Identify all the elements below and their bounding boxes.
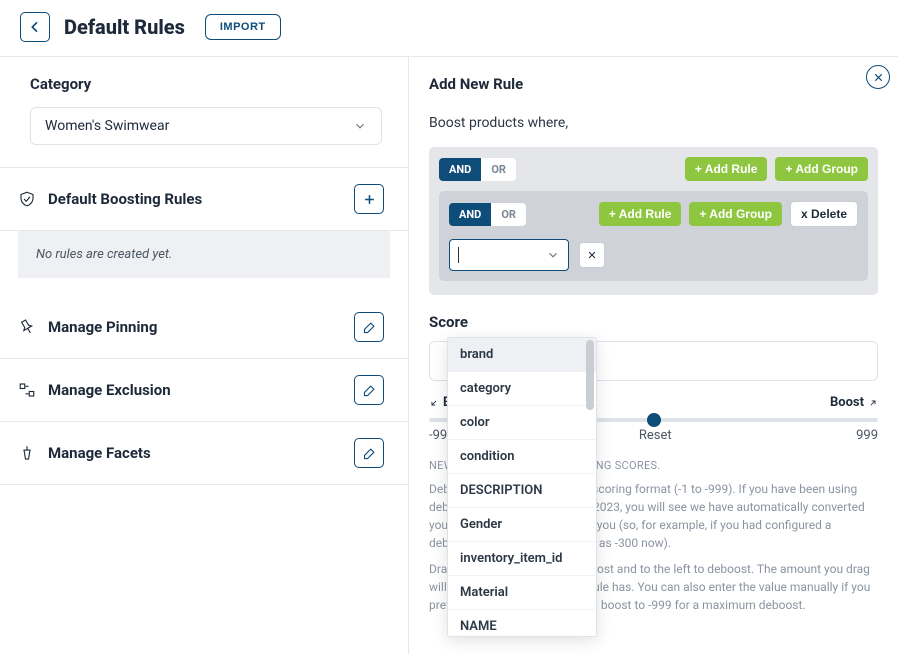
dropdown-scrollbar[interactable] [586,340,594,410]
dropdown-option[interactable]: DESCRIPTION [448,474,596,508]
add-rule-button-inner[interactable]: + Add Rule [599,202,682,226]
or-segment[interactable]: OR [491,203,526,226]
add-group-button-outer[interactable]: + Add Group [775,157,868,181]
category-select[interactable]: Women's Swimwear [30,107,382,145]
close-icon [873,72,884,83]
dropdown-option[interactable]: color [448,406,596,440]
page-title: Default Rules [64,15,185,39]
slider-handle[interactable] [647,413,661,427]
dropdown-option[interactable]: condition [448,440,596,474]
arrow-left-icon [27,19,43,35]
plus-icon [362,192,377,207]
edit-exclusion-button[interactable] [354,375,384,405]
add-group-button-inner[interactable]: + Add Group [689,202,782,226]
dropdown-option[interactable]: Gender [448,508,596,542]
rule-group-inner: AND OR + Add Rule + Add Group x Delete [439,191,868,281]
attribute-select[interactable] [449,239,569,271]
edit-pinning-button[interactable] [354,312,384,342]
remove-condition-button[interactable] [579,242,605,268]
facets-icon [18,444,36,462]
close-panel-button[interactable] [866,65,890,89]
edit-icon [362,446,377,461]
shield-icon [18,190,36,208]
attribute-dropdown: brand category color condition DESCRIPTI… [447,337,597,637]
empty-state: No rules are created yet. [18,231,390,278]
edit-facets-button[interactable] [354,438,384,468]
delete-group-button[interactable]: x Delete [790,201,858,227]
category-label: Category [30,75,382,93]
import-button[interactable]: IMPORT [205,14,281,40]
chevron-down-icon [546,248,560,262]
manage-facets-label: Manage Facets [48,444,151,462]
category-value: Women's Swimwear [45,118,169,134]
dropdown-option[interactable]: inventory_item_id [448,542,596,576]
add-rule-button-outer[interactable]: + Add Rule [685,157,768,181]
back-button[interactable] [20,12,50,42]
manage-pinning-label: Manage Pinning [48,318,157,336]
rule-prompt: Boost products where, [429,115,878,131]
dropdown-option[interactable]: NAME [448,610,596,636]
add-boosting-rule-button[interactable] [354,184,384,214]
and-or-toggle-inner[interactable]: AND OR [449,203,526,226]
score-label: Score [429,313,878,331]
boost-label: Boost [830,395,864,410]
edit-icon [362,320,377,335]
edit-icon [362,383,377,398]
chevron-down-icon [353,119,367,133]
dropdown-option[interactable]: brand [448,338,596,372]
manage-exclusion-label: Manage Exclusion [48,381,171,399]
panel-title: Add New Rule [429,75,878,93]
rule-group-outer: AND OR + Add Rule + Add Group AND OR [429,147,878,295]
dropdown-option[interactable]: Material [448,576,596,610]
close-icon [587,250,597,260]
dropdown-option[interactable]: category [448,372,596,406]
or-segment[interactable]: OR [481,158,516,181]
exclusion-icon [18,381,36,399]
and-segment[interactable]: AND [439,158,481,181]
and-or-toggle-outer[interactable]: AND OR [439,158,516,181]
arrow-down-left-icon [429,398,439,408]
pin-icon [18,318,36,336]
text-cursor [458,247,459,263]
arrow-up-right-icon [868,398,878,408]
slider-max: 999 [856,428,878,443]
boosting-rules-title: Default Boosting Rules [48,190,202,208]
and-segment[interactable]: AND [449,203,491,226]
